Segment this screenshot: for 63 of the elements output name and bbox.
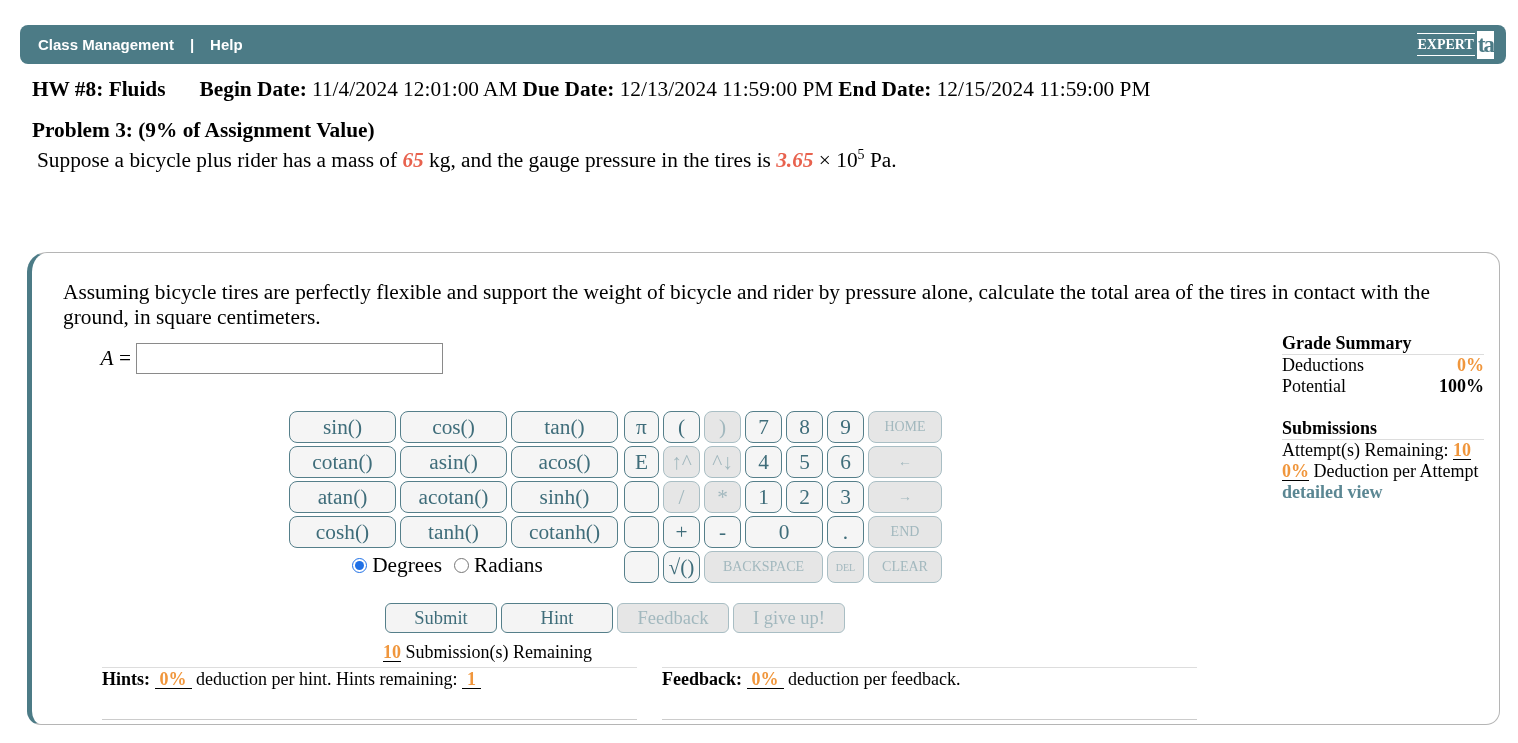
attempts-text: Attempt(s) Remaining: 10 [1282,440,1472,461]
nav-link[interactable]: Class Management [38,36,174,53]
keypad-key[interactable]: √() [663,551,700,583]
summary-label: Deductions [1282,355,1364,376]
date-text: Due Date: 12/13/2024 11:59:00 PM [522,78,834,101]
keypad-key[interactable]: π [624,411,659,443]
function-key[interactable]: sin() [289,411,396,443]
function-key[interactable]: tanh() [400,516,507,548]
function-key[interactable]: asin() [400,446,507,478]
nav-link[interactable]: Help [210,36,243,53]
assignment-title: HW #8: Fluids [32,78,166,101]
function-key[interactable]: cotanh() [511,516,618,548]
date-text: Begin Date: 11/4/2024 12:01:00 AM [199,78,518,101]
keypad-key[interactable]: 4 [745,446,782,478]
problem-statement: Suppose a bicycle plus rider has a mass of 65 kg, and the gauge pressure in the tires is 3.65 × 10$^{5}$ Pa. [36,149,898,172]
keypad-key[interactable]: 9 [827,411,864,443]
keypad-key[interactable]: 8 [786,411,823,443]
action-button[interactable]: Hint [501,603,613,633]
submissions-remaining-text: 10 Submission(s) Remaining [383,642,592,662]
answer-field[interactable] [136,343,443,374]
keypad-key[interactable]: 6 [827,446,864,478]
summary-value: 100% [1439,376,1484,397]
function-key[interactable]: tan() [511,411,618,443]
function-key[interactable]: acos() [511,446,618,478]
action-button[interactable]: Submit [385,603,497,633]
question-text: Assuming bicycle tires are perfectly flexible and support the weight of bicycle and rider by pressure alone, calculate the total area of the tires in contact with the ground, in square centimeters. [63,280,1431,330]
keypad-key[interactable]: 7 [745,411,782,443]
keypad-key[interactable] [624,551,659,583]
function-key[interactable]: sinh() [511,481,618,513]
detailed-view-link[interactable]: detailed view [1282,482,1383,502]
keypad-key[interactable] [624,481,659,513]
function-key[interactable]: cos() [400,411,507,443]
submissions-heading: Submissions [1282,418,1484,440]
problem-heading: Problem 3: (9% of Assignment Value) [32,119,376,142]
summary-heading: Grade Summary [1282,333,1484,355]
summary-label: Potential [1282,376,1346,397]
keypad-key[interactable]: 0 [745,516,823,548]
nav-separator: | [189,36,195,53]
hints-text: Hints: 0% deduction per hint. Hints remaining: 1 [102,669,481,689]
function-key[interactable]: cosh() [289,516,396,548]
keypad-key[interactable]: . [827,516,864,548]
radio-button[interactable] [352,557,368,573]
keypad-key[interactable]: 2 [786,481,823,513]
function-key[interactable]: atan() [289,481,396,513]
keypad-key[interactable]: 3 [827,481,864,513]
keypad-key[interactable]: - [704,516,741,548]
keypad-key[interactable]: + [663,516,700,548]
feedback-text: Feedback: 0% deduction per feedback. [662,669,961,689]
answer-label: A = [98,346,131,371]
keypad-key[interactable]: 1 [745,481,782,513]
radio-button[interactable] [454,557,470,573]
radio-label: Degrees [372,552,443,578]
keypad-key[interactable]: 5 [786,446,823,478]
keypad-key[interactable] [624,516,659,548]
deduction-text: 0% Deduction per Attempt [1282,461,1480,482]
date-text: End Date: 12/15/2024 11:59:00 PM [838,78,1151,101]
radio-label: Radians [474,552,543,578]
keypad-key[interactable]: ( [663,411,700,443]
brand-logo: EXPERT ta [1416,30,1494,59]
function-key[interactable]: cotan() [289,446,396,478]
keypad-key[interactable]: E [624,446,659,478]
summary-value: 0% [1457,355,1484,376]
function-key[interactable]: acotan() [400,481,507,513]
